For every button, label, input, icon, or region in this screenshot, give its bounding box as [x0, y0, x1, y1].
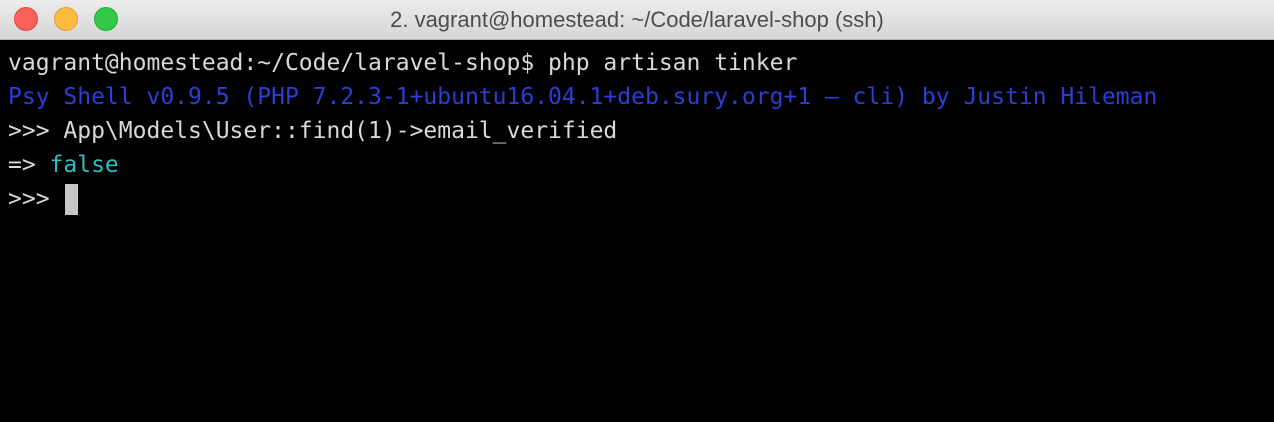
tinker-prompt: >>> [8, 118, 64, 144]
shell-command-line: vagrant@homestead:~/Code/laravel-shop$ p… [8, 50, 798, 76]
result-value: false [49, 152, 119, 178]
result-arrow: => [8, 152, 50, 178]
text-cursor [65, 184, 79, 215]
current-prompt: >>> [8, 186, 64, 212]
terminal-output[interactable]: vagrant@homestead:~/Code/laravel-shop$ p… [0, 40, 1274, 422]
window-title: 2. vagrant@homestead: ~/Code/laravel-sho… [390, 7, 884, 32]
tinker-input-line: >>> App\Models\User::find(1)->email_veri… [8, 114, 617, 148]
tinker-result-line: => false [8, 148, 119, 182]
psy-shell-banner: Psy Shell v0.9.5 (PHP 7.2.3-1+ubuntu16.0… [8, 84, 1158, 110]
terminal-window: 2. vagrant@homestead: ~/Code/laravel-sho… [0, 0, 1274, 422]
title-bar: 2. vagrant@homestead: ~/Code/laravel-sho… [0, 0, 1274, 40]
tinker-command: App\Models\User::find(1)->email_verified [63, 118, 618, 144]
current-prompt-line[interactable]: >>> [8, 182, 79, 216]
